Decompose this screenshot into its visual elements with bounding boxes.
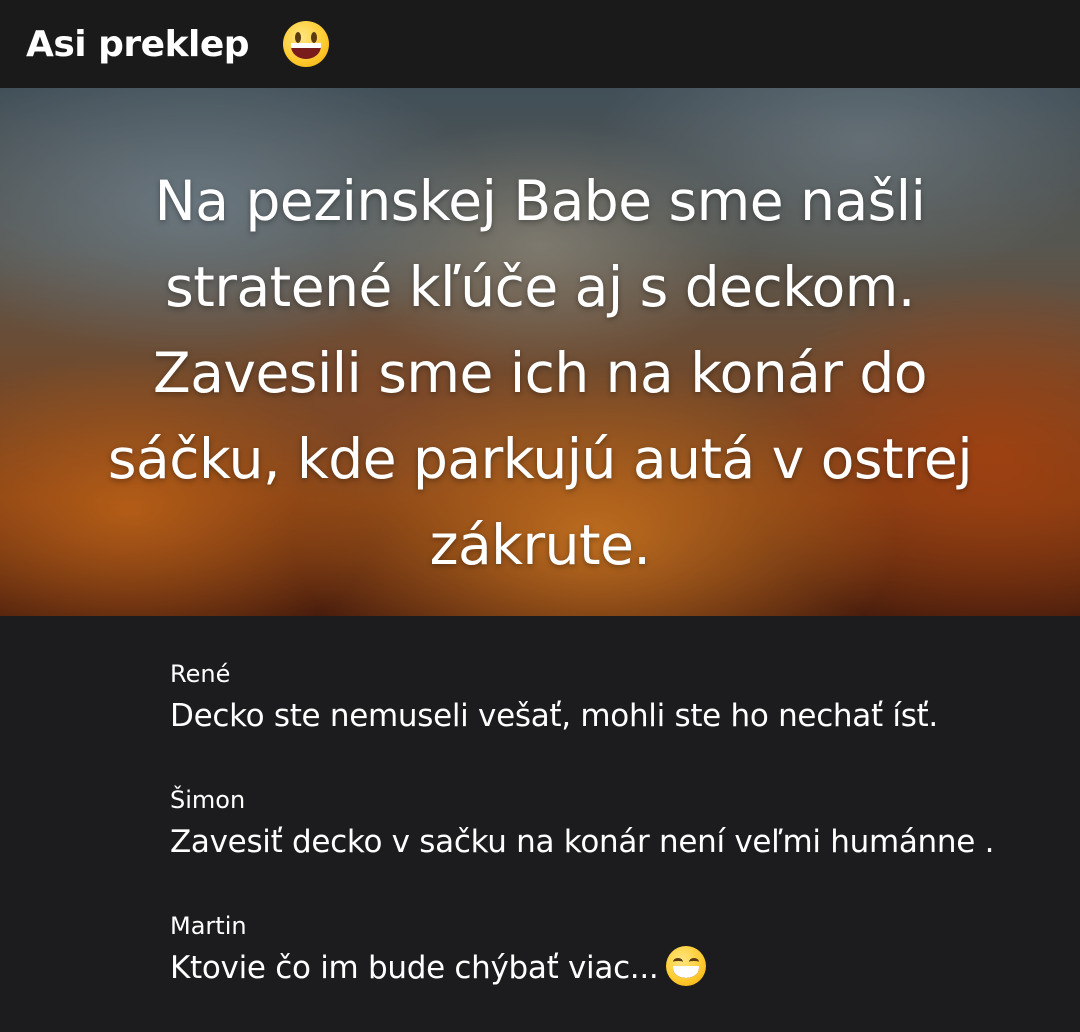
comment-list: René Decko ste nemuseli vešať, mohli ste… [0,616,1080,1032]
comment-author: René [170,660,231,688]
comment: René Decko ste nemuseli vešať, mohli ste… [170,654,1040,780]
comment-text: Decko ste nemuseli vešať, mohli ste ho n… [170,698,938,734]
grinning-face-with-sweat-icon [283,21,330,67]
header: Asi preklep [0,0,1080,88]
comment-text: Ktovie čo im bude chýbať viac... [170,950,659,986]
comment-text-row: Ktovie čo im bude chýbať viac... [170,946,1040,1032]
comment-author: Šimon [170,786,246,814]
comment-author: Martin [170,912,247,940]
comment: Šimon Zavesiť decko v sačku na konár nen… [170,780,1040,906]
comment-text: Zavesiť decko v sačku na konár není veľm… [170,824,995,860]
comment: Martin Ktovie čo im bude chýbať viac... [170,906,1040,1032]
meme-caption: Na pezinskej Babe sme našli stratené kľú… [107,169,973,577]
grinning-face-with-smiling-eyes-icon [666,946,707,986]
meme-image: Na pezinskej Babe sme našli stratené kľú… [0,88,1080,616]
page-title: Asi preklep [26,23,250,65]
